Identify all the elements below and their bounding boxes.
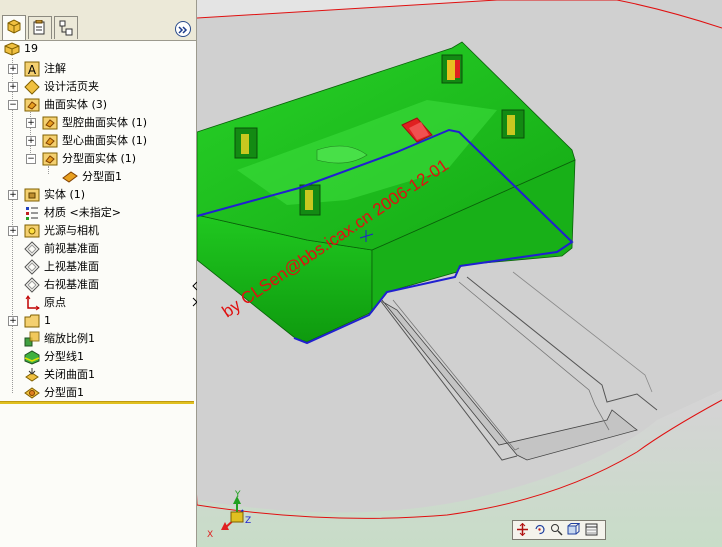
plane-icon bbox=[24, 277, 40, 293]
plane-icon bbox=[24, 259, 40, 275]
view-orientation-icon[interactable] bbox=[567, 523, 580, 536]
tree-item-label: 1 bbox=[44, 314, 51, 327]
feature-manager-icon bbox=[7, 19, 21, 34]
collapse-toggle[interactable]: − bbox=[26, 154, 36, 164]
tree-item-label: 设计活页夹 bbox=[44, 80, 99, 93]
cavity-surface-folder-icon bbox=[42, 116, 58, 130]
material-icon bbox=[26, 207, 38, 220]
parting-surface-icon bbox=[24, 387, 40, 399]
pan-icon[interactable] bbox=[516, 523, 529, 536]
zoom-icon[interactable] bbox=[550, 523, 563, 536]
property-manager-icon bbox=[33, 20, 45, 35]
tree-item-label: 曲面实体 (3) bbox=[44, 98, 108, 111]
triad-y-label: Y bbox=[234, 490, 241, 500]
tree-line bbox=[48, 166, 49, 174]
scale-icon bbox=[24, 331, 40, 347]
panel-tab-bar bbox=[0, 0, 196, 41]
tree-item-label: 分型面1 bbox=[44, 386, 84, 399]
expand-toggle[interactable]: + bbox=[8, 82, 18, 92]
tab-property-manager[interactable] bbox=[28, 16, 52, 39]
tree-item-label: 光源与相机 bbox=[44, 224, 99, 237]
solid-bodies-folder-icon bbox=[24, 188, 40, 202]
tree-item-label: 分型面实体 (1) bbox=[62, 152, 137, 165]
view-toolbar bbox=[512, 520, 606, 540]
lights-cameras-icon bbox=[24, 224, 40, 238]
display-style-icon[interactable] bbox=[585, 523, 598, 536]
triad-x-label: X bbox=[207, 530, 213, 540]
collapse-toggle[interactable]: − bbox=[8, 100, 18, 110]
expand-toggle[interactable]: + bbox=[26, 118, 36, 128]
tree-item-label: 分型线1 bbox=[44, 350, 84, 363]
tree-item-label: 右视基准面 bbox=[44, 278, 99, 291]
surface-body-icon bbox=[62, 171, 78, 183]
tree-item-label: 上视基准面 bbox=[44, 260, 99, 273]
tab-configuration-manager[interactable] bbox=[54, 16, 78, 39]
feature-manager-panel: 19 + A 注解 + 设计活页夹 − 曲面实体 (3) + 型腔曲面实体 (1… bbox=[0, 0, 197, 547]
rotate-icon[interactable] bbox=[533, 523, 546, 536]
tab-feature-manager[interactable] bbox=[2, 15, 26, 40]
tree-item-label: 型心曲面实体 (1) bbox=[62, 134, 148, 147]
folder-icon bbox=[24, 314, 40, 328]
annotations-icon: A bbox=[24, 61, 40, 77]
tree-item-label: 原点 bbox=[44, 296, 66, 309]
rollback-bar[interactable] bbox=[0, 401, 194, 404]
tree-item-label: 注解 bbox=[44, 62, 66, 75]
shut-off-surface-icon bbox=[25, 368, 39, 382]
expand-toggle[interactable]: + bbox=[8, 226, 18, 236]
plane-icon bbox=[24, 241, 40, 257]
surface-bodies-folder-icon bbox=[24, 98, 40, 112]
collapse-panel-button[interactable] bbox=[175, 21, 191, 37]
tree-item-label: 分型面1 bbox=[82, 170, 122, 183]
tree-item-label: 实体 (1) bbox=[44, 188, 86, 201]
tree-item-label: 前视基准面 bbox=[44, 242, 99, 255]
model-view[interactable]: by CLSen@bbs.icax.cn 2006-12-01 Y X Z bbox=[197, 0, 722, 547]
tree-item-label: 缩放比例1 bbox=[44, 332, 95, 345]
tree-item-label: 关闭曲面1 bbox=[44, 368, 95, 381]
tree-item-label: 材质 <未指定> bbox=[44, 206, 121, 219]
tree-item-label: 型腔曲面实体 (1) bbox=[62, 116, 148, 129]
triad-z-label: Z bbox=[245, 516, 251, 526]
expand-toggle[interactable]: + bbox=[26, 136, 36, 146]
expand-toggle[interactable]: + bbox=[8, 64, 18, 74]
core-surface-folder-icon bbox=[42, 134, 58, 148]
graphics-area[interactable]: by CLSen@bbs.icax.cn 2006-12-01 Y X Z bbox=[197, 0, 722, 547]
expand-toggle[interactable]: + bbox=[8, 190, 18, 200]
svg-text:A: A bbox=[28, 63, 37, 77]
origin-icon bbox=[25, 295, 40, 311]
part-icon bbox=[4, 42, 20, 56]
parting-surface-folder-icon bbox=[42, 152, 58, 166]
double-chevron-right-icon bbox=[178, 26, 188, 34]
design-binder-icon bbox=[24, 79, 40, 95]
parting-line-icon bbox=[24, 350, 40, 365]
tree-root-label: 19 bbox=[24, 42, 38, 55]
expand-toggle[interactable]: + bbox=[8, 316, 18, 326]
configuration-manager-icon bbox=[59, 20, 73, 36]
